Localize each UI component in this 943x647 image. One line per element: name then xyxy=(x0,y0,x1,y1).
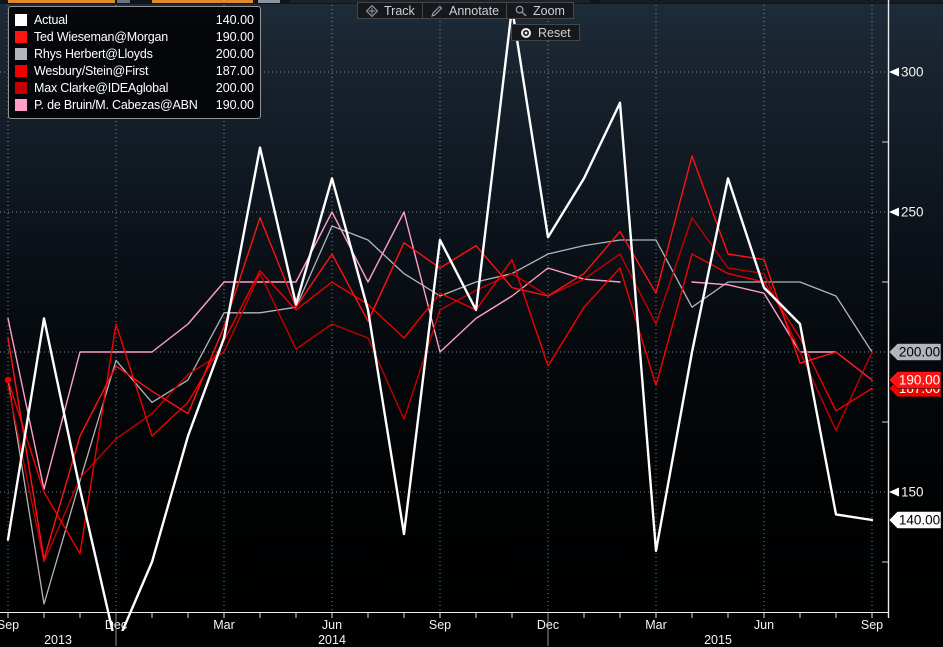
legend-series-name: Actual xyxy=(34,13,210,27)
chart-window: 300250150SepDecMarJunSepDecMarJunSep2013… xyxy=(0,0,943,647)
reset-icon xyxy=(520,27,532,39)
legend-row-actual[interactable]: Actual 140.00 xyxy=(15,11,254,28)
legend-swatch xyxy=(15,82,27,94)
x-tick-label: Mar xyxy=(645,618,667,632)
y-tick-arrow-icon xyxy=(889,68,899,77)
legend-series-value: 200.00 xyxy=(210,81,254,95)
y-axis-badge-140: 140.00 xyxy=(889,512,941,529)
y-tick-arrow-icon xyxy=(889,488,899,497)
legend-series-value: 140.00 xyxy=(210,13,254,27)
legend-series-name: Ted Wieseman@Morgan xyxy=(34,30,210,44)
legend-swatch xyxy=(15,48,27,60)
legend-row-idea[interactable]: Max Clarke@IDEAglobal 200.00 xyxy=(15,79,254,96)
y-tick-label-150: 150 xyxy=(901,485,924,500)
legend-series-name: Max Clarke@IDEAglobal xyxy=(34,81,210,95)
legend-series-name: P. de Bruin/M. Cabezas@ABN xyxy=(34,98,210,112)
y-axis-badges: 187.00200.00190.00140.00 xyxy=(889,344,941,529)
legend-row-first[interactable]: Wesbury/Stein@First 187.00 xyxy=(15,62,254,79)
badge-label: 190.00 xyxy=(899,373,940,388)
x-tick-label: Jun xyxy=(322,618,342,632)
x-tick-label: Mar xyxy=(213,618,235,632)
x-tick-label: Sep xyxy=(429,618,451,632)
zoom-button[interactable]: Zoom xyxy=(506,2,574,19)
annotate-button-label: Annotate xyxy=(449,4,499,18)
reset-button-label: Reset xyxy=(538,26,571,40)
y-axis-badge-190: 190.00 xyxy=(889,372,941,389)
magnifier-icon xyxy=(515,5,527,17)
y-axis-badge-200: 200.00 xyxy=(889,344,941,361)
track-button-label: Track xyxy=(384,4,415,18)
legend-row-abn[interactable]: P. de Bruin/M. Cabezas@ABN 190.00 xyxy=(15,96,254,113)
legend-series-value: 190.00 xyxy=(210,30,254,44)
track-button[interactable]: Track xyxy=(357,2,424,19)
legend-series-name: Wesbury/Stein@First xyxy=(34,64,210,78)
legend-swatch xyxy=(15,14,27,26)
legend-series-name: Rhys Herbert@Lloyds xyxy=(34,47,210,61)
badge-label: 200.00 xyxy=(899,345,940,360)
pencil-icon xyxy=(431,5,443,17)
x-tick-label: Sep xyxy=(0,618,19,632)
zoom-button-label: Zoom xyxy=(533,4,565,18)
x-tick-label: Sep xyxy=(861,618,883,632)
legend: Actual 140.00 Ted Wieseman@Morgan 190.00… xyxy=(8,6,261,119)
legend-swatch xyxy=(15,65,27,77)
legend-series-value: 200.00 xyxy=(210,47,254,61)
reset-button[interactable]: Reset xyxy=(511,24,580,41)
x-tick-label: Jun xyxy=(754,618,774,632)
legend-series-value: 190.00 xyxy=(210,98,254,112)
legend-row-morgan[interactable]: Ted Wieseman@Morgan 190.00 xyxy=(15,28,254,45)
badge-label: 140.00 xyxy=(899,513,940,528)
legend-series-value: 187.00 xyxy=(210,64,254,78)
y-tick-label-300: 300 xyxy=(901,65,924,80)
legend-row-lloyds[interactable]: Rhys Herbert@Lloyds 200.00 xyxy=(15,45,254,62)
legend-swatch xyxy=(15,99,27,111)
track-icon xyxy=(366,5,378,17)
y-tick-arrow-icon xyxy=(889,208,899,217)
x-year-label-2014: 2014 xyxy=(318,633,346,647)
legend-swatch xyxy=(15,31,27,43)
annotate-button[interactable]: Annotate xyxy=(422,2,508,19)
x-year-label-2015: 2015 xyxy=(704,633,732,647)
x-year-label-2013: 2013 xyxy=(44,633,72,647)
y-tick-label-250: 250 xyxy=(901,205,924,220)
